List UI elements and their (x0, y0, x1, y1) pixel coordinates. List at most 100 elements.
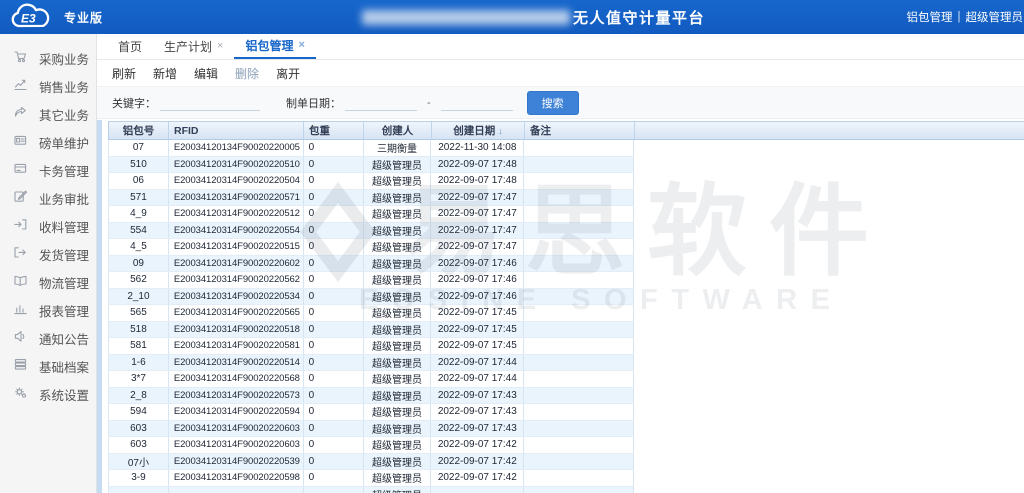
table-row[interactable]: 565E20034120314F900202205650超级管理员2022-09… (108, 305, 634, 322)
cell-备注 (524, 157, 634, 173)
tab-close-icon[interactable]: × (298, 40, 304, 51)
cell-备注 (524, 190, 634, 206)
sidebar-item-label: 业务审批 (39, 189, 89, 208)
table-row[interactable]: 510E20034120314F900202205100超级管理员2022-09… (108, 157, 634, 174)
table-row[interactable]: 超级管理员 (108, 487, 634, 493)
sidebar-item-基础档案[interactable]: 基础档案 (0, 352, 96, 380)
cell-包重: 0 (304, 421, 364, 437)
logistics-icon (13, 273, 28, 291)
toolbar-button-编辑[interactable]: 编辑 (194, 65, 218, 82)
cell-创建人: 超级管理员 (364, 256, 432, 272)
tab-生产计划[interactable]: 生产计划× (153, 34, 234, 59)
table-row[interactable]: 09E20034120314F900202206020超级管理员2022-09-… (108, 256, 634, 273)
sidebar-item-收料管理[interactable]: 收料管理 (0, 212, 96, 240)
table-row[interactable]: 07小E20034120314F900202205390超级管理员2022-09… (108, 454, 634, 471)
table-row[interactable]: 4_5E20034120314F900202205150超级管理员2022-09… (108, 239, 634, 256)
cell-创建日期: 2022-09-07 17:48 (431, 173, 524, 189)
tab-close-icon[interactable]: × (217, 41, 223, 52)
sidebar-item-卡务管理[interactable]: 卡务管理 (0, 156, 96, 184)
sidebar-item-采购业务[interactable]: 采购业务 (0, 44, 96, 72)
cell-备注 (524, 487, 634, 493)
sidebar-item-物流管理[interactable]: 物流管理 (0, 268, 96, 296)
cell-铝包号: 4_9 (109, 206, 169, 222)
cell-包重: 0 (304, 404, 364, 420)
cell-RFID: E20034120314F90020220568 (169, 371, 304, 387)
sidebar-item-磅单维护[interactable]: 磅单维护 (0, 128, 96, 156)
tab-bar: 首页生产计划×铝包管理× (97, 34, 1024, 60)
table-row[interactable]: 554E20034120314F900202205540超级管理员2022-09… (108, 223, 634, 240)
grid-header-row: 铝包号RFID包重创建人创建日期↓ 备注 (108, 121, 1024, 140)
sidebar-item-报表管理[interactable]: 报表管理 (0, 296, 96, 324)
column-header-创建人[interactable]: 创建人 (364, 122, 432, 139)
main-content: 首页生产计划×铝包管理× 刷新新增编辑删除离开 关键字： 制单日期： - 搜索 … (97, 34, 1024, 493)
table-row[interactable]: 4_9E20034120314F900202205120超级管理员2022-09… (108, 206, 634, 223)
sidebar-item-其它业务[interactable]: 其它业务 (0, 100, 96, 128)
cell-备注 (524, 470, 634, 486)
table-row[interactable]: 594E20034120314F900202205940超级管理员2022-09… (108, 404, 634, 421)
cell-包重: 0 (304, 305, 364, 321)
edit-icon (13, 189, 28, 207)
sidebar-item-label: 卡务管理 (39, 161, 89, 180)
sidebar-item-业务审批[interactable]: 业务审批 (0, 184, 96, 212)
idcard-icon (13, 133, 28, 151)
column-label: 备注 (530, 123, 551, 138)
tab-铝包管理[interactable]: 铝包管理× (234, 34, 315, 59)
table-row[interactable]: 07E20034120134F900202200050三期衡量2022-11-3… (108, 140, 634, 157)
column-header-备注[interactable]: 备注 (525, 122, 635, 139)
cell-备注 (524, 371, 634, 387)
keyword-input[interactable] (160, 95, 260, 111)
cell-包重: 0 (304, 388, 364, 404)
toolbar-button-离开[interactable]: 离开 (276, 65, 300, 82)
cell-铝包号: 603 (109, 437, 169, 453)
table-row[interactable]: 603E20034120314F900202206030超级管理员2022-09… (108, 437, 634, 454)
cell-铝包号: 571 (109, 190, 169, 206)
trend-icon (13, 77, 28, 95)
table-row[interactable]: 1-6E20034120314F900202205140超级管理员2022-09… (108, 355, 634, 372)
search-button[interactable]: 搜索 (527, 91, 579, 115)
cart-icon (13, 49, 28, 67)
table-row[interactable]: 571E20034120314F900202205710超级管理员2022-09… (108, 190, 634, 207)
toolbar-button-刷新[interactable]: 刷新 (112, 65, 136, 82)
cell-包重: 0 (304, 223, 364, 239)
table-row[interactable]: 3*7E20034120314F900202205680超级管理员2022-09… (108, 371, 634, 388)
archive-icon (13, 357, 28, 375)
column-header-铝包号[interactable]: 铝包号 (109, 122, 169, 139)
toolbar-button-新增[interactable]: 新增 (153, 65, 177, 82)
toolbar: 刷新新增编辑删除离开 (97, 60, 1024, 86)
cell-RFID: E20034120314F90020220594 (169, 404, 304, 420)
table-row[interactable]: 3-9E20034120314F900202205980超级管理员2022-09… (108, 470, 634, 487)
date-from-input[interactable] (345, 95, 417, 111)
table-row[interactable]: 2_8E20034120314F900202205730超级管理员2022-09… (108, 388, 634, 405)
table-row[interactable]: 2_10E20034120314F900202205340超级管理员2022-0… (108, 289, 634, 306)
column-header-创建日期[interactable]: 创建日期↓ (432, 122, 525, 139)
column-header-包重[interactable]: 包重 (304, 122, 364, 139)
cell-铝包号 (109, 487, 169, 493)
cell-RFID: E20034120134F90020220005 (169, 140, 304, 156)
sidebar-item-通知公告[interactable]: 通知公告 (0, 324, 96, 352)
cell-创建人: 超级管理员 (364, 206, 432, 222)
table-row[interactable]: 562E20034120314F900202205620超级管理员2022-09… (108, 272, 634, 289)
tab-首页[interactable]: 首页 (107, 34, 153, 59)
table-row[interactable]: 581E20034120314F900202205810超级管理员2022-09… (108, 338, 634, 355)
grid-edge-splitter[interactable] (97, 120, 102, 493)
table-row[interactable]: 518E20034120314F900202205180超级管理员2022-09… (108, 322, 634, 339)
sidebar-item-系统设置[interactable]: 系统设置 (0, 380, 96, 408)
cell-创建日期: 2022-09-07 17:45 (431, 322, 524, 338)
card-icon (13, 161, 28, 179)
share-icon (13, 105, 28, 123)
cell-备注 (524, 322, 634, 338)
date-to-input[interactable] (441, 95, 513, 111)
toolbar-button-删除[interactable]: 删除 (235, 65, 259, 82)
sidebar-item-销售业务[interactable]: 销售业务 (0, 72, 96, 100)
cell-RFID: E20034120314F90020220581 (169, 338, 304, 354)
table-row[interactable]: 06E20034120314F900202205040超级管理员2022-09-… (108, 173, 634, 190)
cell-RFID: E20034120314F90020220518 (169, 322, 304, 338)
sidebar-item-发货管理[interactable]: 发货管理 (0, 240, 96, 268)
column-header-RFID[interactable]: RFID (169, 122, 304, 139)
cell-创建人: 超级管理员 (364, 404, 432, 420)
table-row[interactable]: 603E20034120314F900202206030超级管理员2022-09… (108, 421, 634, 438)
cell-RFID: E20034120314F90020220603 (169, 437, 304, 453)
cell-RFID: E20034120314F90020220602 (169, 256, 304, 272)
cell-RFID: E20034120314F90020220515 (169, 239, 304, 255)
current-user-label[interactable]: 超级管理员 (966, 9, 1024, 25)
